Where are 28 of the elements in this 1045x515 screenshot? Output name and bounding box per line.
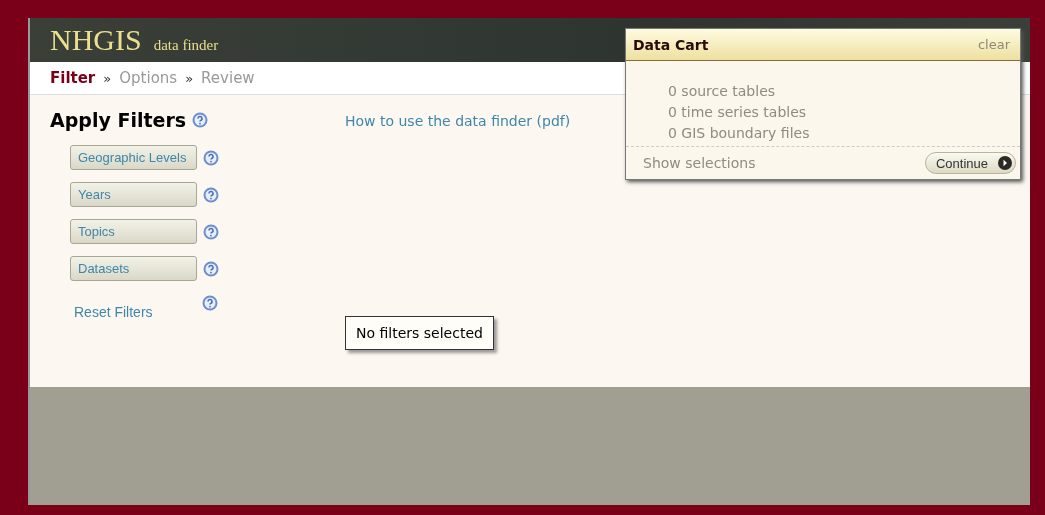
filter-button[interactable]: Topics (70, 219, 197, 244)
step-link[interactable]: Review (201, 69, 255, 87)
help-icon[interactable] (192, 112, 209, 128)
site-subtitle: data finder (153, 37, 219, 54)
step-separator: » (103, 70, 112, 86)
site-logo: NHGIS (50, 22, 142, 58)
help-icon[interactable] (203, 223, 219, 240)
filter-button[interactable]: Geographic Levels (70, 145, 197, 170)
help-link[interactable]: How to use the data finder (pdf) (345, 113, 571, 129)
status-message: No filters selected (345, 316, 494, 350)
step-link[interactable]: Options (119, 69, 178, 87)
cart-title: Data Cart (633, 36, 709, 53)
show-selections-link[interactable]: Show selections (643, 155, 756, 171)
filter-button[interactable]: Years (70, 182, 197, 207)
help-icon[interactable] (203, 260, 219, 277)
clear-link[interactable]: clear (977, 37, 1010, 52)
page-title: Apply Filters (50, 109, 187, 131)
cart-count: 0 source tables (668, 82, 777, 101)
reset-filters-link[interactable]: Reset Filters (74, 304, 202, 320)
step-separator: » (185, 70, 194, 86)
cart-count: 0 time series tables (668, 103, 808, 122)
help-icon[interactable] (203, 149, 219, 166)
continue-button[interactable]: Continue (924, 152, 1016, 174)
cart-count: 0 GIS boundary files (668, 124, 811, 143)
filter-button[interactable]: Datasets (70, 256, 197, 281)
step-link[interactable]: Filter (50, 69, 96, 87)
help-icon[interactable] (202, 295, 218, 311)
help-icon[interactable] (203, 186, 219, 203)
